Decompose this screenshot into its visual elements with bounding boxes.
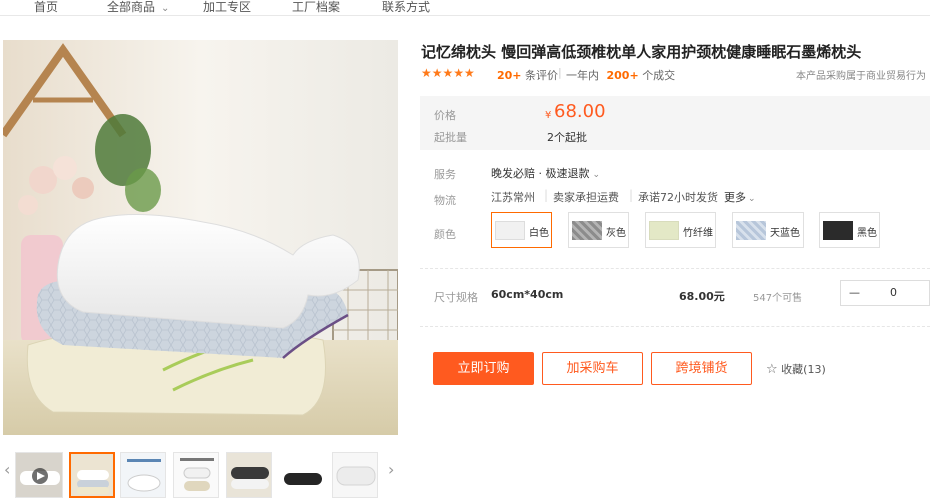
trade-note: 本产品采购属于商业贸易行为	[796, 71, 926, 82]
chevron-left-icon[interactable]: ‹	[4, 460, 10, 479]
reviews-link[interactable]: 20+ 条评价	[497, 67, 558, 83]
quantity-minus-button[interactable]: —	[849, 286, 860, 299]
color-swatch	[495, 221, 525, 240]
favorite-button[interactable]: ☆ 收藏(13)	[766, 361, 826, 377]
color-swatch	[649, 221, 679, 240]
nav-processing[interactable]: 加工专区	[203, 0, 251, 15]
chevron-right-icon[interactable]: ›	[388, 460, 394, 479]
sales-count: 200+	[606, 69, 639, 82]
rating-row: ★★★★★ 20+ 条评价 | 一年内 200+ 个成交 本产品采购属于商业贸易…	[421, 66, 926, 82]
thumbnail-5[interactable]	[279, 452, 325, 498]
quantity-input[interactable]: 0	[890, 286, 897, 299]
top-nav: 首页 全部商品 ⌄ 加工专区 工厂档案 联系方式	[0, 0, 930, 16]
section-divider	[420, 268, 930, 269]
thumbnail-4[interactable]	[226, 452, 272, 498]
add-to-cart-button[interactable]: 加采购车	[542, 352, 643, 385]
sales-label: 个成交	[642, 69, 676, 82]
color-swatch	[572, 221, 602, 240]
color-label: 颜色	[434, 228, 456, 241]
nav-all-products-label: 全部商品	[107, 0, 156, 14]
thumbnail-6[interactable]	[332, 452, 378, 498]
star-outline-icon: ☆	[766, 362, 778, 377]
color-swatch	[823, 221, 853, 240]
moq-value: 2个起批	[547, 131, 587, 144]
divider: |	[629, 188, 634, 202]
price-box: 价格 ¥ 68.00 起批量 2个起批	[420, 96, 930, 150]
logistics-origin: 江苏常州	[491, 191, 535, 204]
color-option-label: 白色	[529, 228, 549, 239]
color-option-label: 黑色	[857, 228, 877, 239]
quantity-stepper: — 0	[840, 280, 930, 306]
divider: |	[558, 66, 562, 79]
logistics-more-label: 更多	[724, 191, 746, 204]
thumbnail-2[interactable]	[120, 452, 166, 498]
nav-home[interactable]: 首页	[34, 0, 58, 15]
logistics-label: 物流	[434, 194, 456, 207]
service-label: 服务	[434, 168, 456, 181]
logistics-promise: 承诺72小时发货	[638, 191, 718, 204]
reviews-count: 20+	[497, 69, 522, 82]
thumbnail-video[interactable]	[15, 452, 63, 498]
product-main-image[interactable]	[3, 40, 398, 435]
size-label: 尺寸规格	[434, 291, 478, 304]
thumbnail-strip: ‹ ›	[0, 448, 400, 500]
buy-now-button[interactable]: 立即订购	[433, 352, 534, 385]
color-option-label: 竹纤维	[683, 228, 713, 239]
size-value: 60cm*40cm	[491, 288, 564, 301]
sales-info: 一年内 200+ 个成交	[566, 67, 675, 83]
sales-prefix: 一年内	[566, 69, 599, 82]
nav-all-products[interactable]: 全部商品 ⌄	[107, 0, 169, 15]
color-option-label: 天蓝色	[770, 228, 800, 239]
color-swatch	[736, 221, 766, 240]
color-option-label: 灰色	[606, 228, 626, 239]
color-option-bamboo[interactable]: 竹纤维	[645, 212, 716, 248]
color-option-white[interactable]: 白色	[491, 212, 552, 248]
color-option-black[interactable]: 黑色	[819, 212, 880, 248]
color-option-grey[interactable]: 灰色	[568, 212, 629, 248]
section-divider	[420, 326, 930, 327]
thumbnail-3[interactable]	[173, 452, 219, 498]
price-label: 价格	[434, 109, 456, 122]
logistics-more[interactable]: 更多 ⌄	[724, 189, 756, 205]
cross-border-button[interactable]: 跨境铺货	[651, 352, 752, 385]
nav-factory[interactable]: 工厂档案	[292, 0, 340, 15]
favorite-label: 收藏(13)	[781, 363, 826, 376]
logistics-shipping: 卖家承担运费	[553, 191, 619, 204]
divider: |	[544, 188, 549, 202]
service-dropdown[interactable]: 晚发必赔 · 极速退款 ⌄	[491, 165, 600, 181]
nav-contact[interactable]: 联系方式	[382, 0, 430, 15]
reviews-label: 条评价	[525, 69, 559, 82]
star-rating-icon: ★★★★★	[421, 66, 475, 80]
price-value: 68.00	[554, 101, 606, 122]
size-price: 68.00元	[679, 290, 725, 303]
thumbnail-1[interactable]	[69, 452, 115, 498]
chevron-down-icon: ⌄	[592, 170, 601, 180]
color-option-skyblue[interactable]: 天蓝色	[732, 212, 804, 248]
size-stock: 547个可售	[753, 293, 803, 304]
chevron-down-icon: ⌄	[748, 194, 756, 204]
moq-label: 起批量	[434, 131, 467, 144]
currency-symbol: ¥	[545, 110, 552, 121]
product-title: 记忆绵枕头 慢回弹高低颈椎枕单人家用护颈枕健康睡眠石墨烯枕头	[421, 43, 862, 61]
chevron-down-icon: ⌄	[161, 3, 170, 14]
service-value: 晚发必赔 · 极速退款	[491, 167, 590, 180]
